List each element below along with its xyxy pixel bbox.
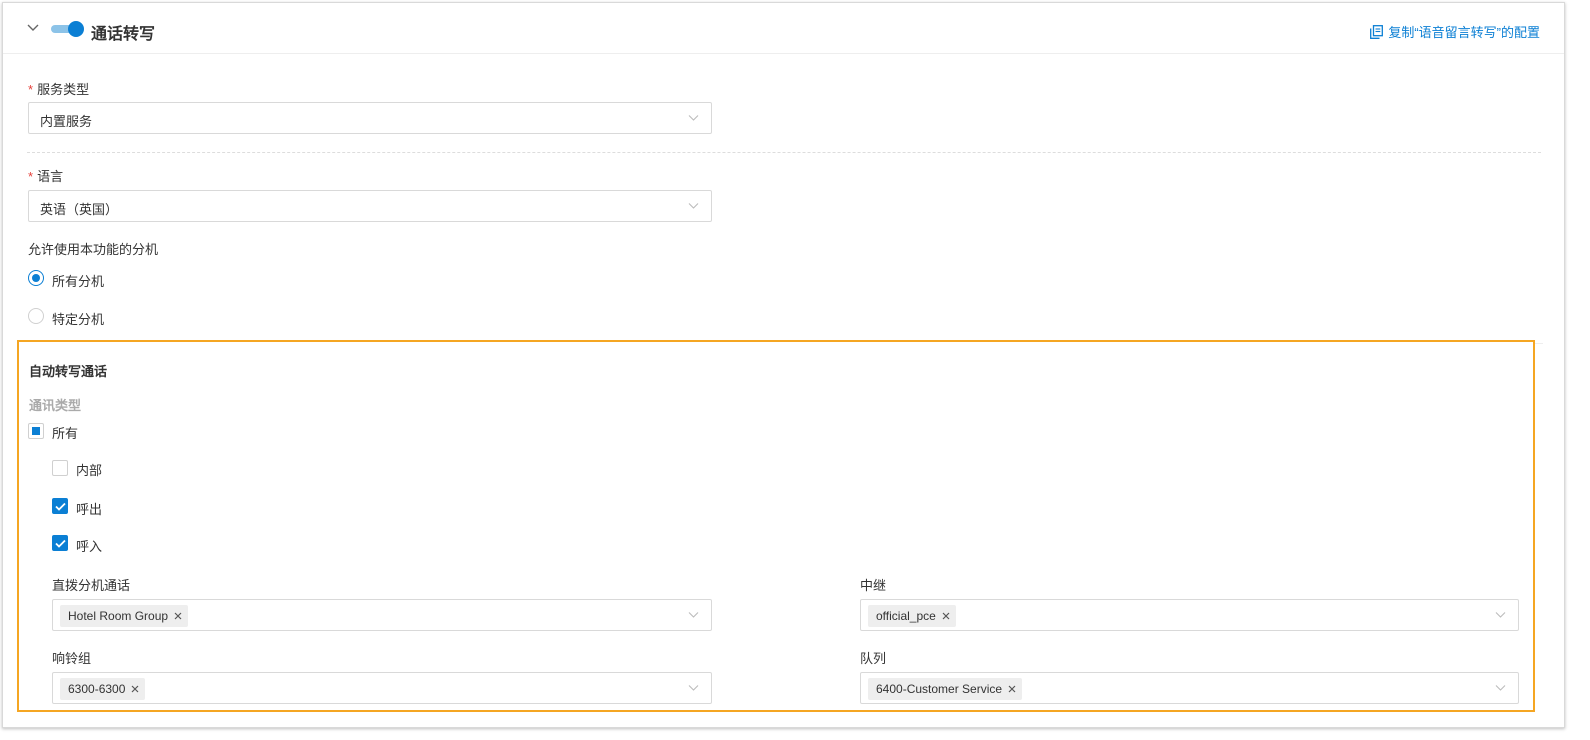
section-divider xyxy=(27,152,1541,153)
chevron-down-icon xyxy=(1495,612,1506,618)
call-transcription-panel: 通话转写 复制“语音留言转写”的配置 * 服务类型 内置服务 * 语言 英语（英国） xyxy=(2,2,1565,728)
checkbox-internal[interactable] xyxy=(52,460,68,476)
chevron-down-icon xyxy=(688,685,699,691)
service-type-label: * 服务类型 xyxy=(28,82,90,97)
checkbox-inbound-label: 呼入 xyxy=(76,539,103,554)
language-select[interactable]: 英语（英国） xyxy=(28,190,712,222)
panel-title: 通话转写 xyxy=(91,26,156,43)
check-icon xyxy=(55,502,66,511)
chevron-down-icon[interactable] xyxy=(27,23,39,33)
radio-all-extensions-label: 所有分机 xyxy=(52,274,105,289)
selected-tag: 6300-6300 xyxy=(60,678,146,700)
copy-config-link[interactable]: 复制“语音留言转写”的配置 xyxy=(1370,22,1540,41)
check-icon xyxy=(55,539,66,548)
tag-label: Hotel Room Group xyxy=(68,609,169,623)
language-value: 英语（英国） xyxy=(40,202,119,217)
queue-select[interactable]: 6400-Customer Service xyxy=(860,672,1519,704)
copy-icon xyxy=(1370,24,1384,39)
checkbox-internal-label: 内部 xyxy=(76,463,103,478)
close-icon[interactable] xyxy=(174,612,182,620)
trunk-label: 中继 xyxy=(860,578,887,593)
chevron-down-icon xyxy=(1495,685,1506,691)
chevron-down-icon xyxy=(688,612,699,618)
radio-specific-extensions-label: 特定分机 xyxy=(52,312,105,327)
auto-transcribe-highlight xyxy=(17,340,1535,712)
selected-tag: official_pce xyxy=(868,605,956,627)
direct-calls-select[interactable]: Hotel Room Group xyxy=(52,599,712,631)
selected-tag: Hotel Room Group xyxy=(60,605,189,627)
required-mark: * xyxy=(28,169,34,184)
close-icon[interactable] xyxy=(942,612,950,620)
tag-label: 6400-Customer Service xyxy=(876,682,1003,696)
ring-group-label: 响铃组 xyxy=(52,651,92,666)
close-icon[interactable] xyxy=(131,685,139,693)
checkbox-inbound[interactable] xyxy=(52,535,68,551)
checkbox-all[interactable] xyxy=(28,423,44,439)
panel-header: 通话转写 复制“语音留言转写”的配置 xyxy=(3,3,1564,54)
tag-label: official_pce xyxy=(876,609,936,623)
auto-transcribe-title: 自动转写通话 xyxy=(29,364,108,379)
service-type-value: 内置服务 xyxy=(40,114,93,129)
chevron-down-icon xyxy=(688,203,699,209)
copy-config-label: 复制“语音留言转写”的配置 xyxy=(1388,25,1540,40)
toggle-knob xyxy=(68,21,84,37)
chevron-down-icon xyxy=(688,115,699,121)
ring-group-select[interactable]: 6300-6300 xyxy=(52,672,712,704)
language-label: * 语言 xyxy=(28,169,64,184)
trunk-select[interactable]: official_pce xyxy=(860,599,1519,631)
radio-all-extensions[interactable] xyxy=(28,270,44,286)
checkbox-all-label: 所有 xyxy=(52,426,79,441)
queue-label: 队列 xyxy=(860,651,887,666)
radio-specific-extensions[interactable] xyxy=(28,308,44,324)
direct-calls-label: 直拨分机通话 xyxy=(52,578,131,593)
required-mark: * xyxy=(28,82,34,97)
close-icon[interactable] xyxy=(1008,685,1016,693)
transcription-toggle[interactable] xyxy=(51,21,84,37)
service-type-select[interactable]: 内置服务 xyxy=(28,102,712,134)
checkbox-outbound-label: 呼出 xyxy=(76,502,103,517)
extensions-label: 允许使用本功能的分机 xyxy=(28,242,159,257)
checkbox-outbound[interactable] xyxy=(52,498,68,514)
comm-type-label: 通讯类型 xyxy=(29,398,82,413)
tag-label: 6300-6300 xyxy=(68,682,126,696)
selected-tag: 6400-Customer Service xyxy=(868,678,1023,700)
